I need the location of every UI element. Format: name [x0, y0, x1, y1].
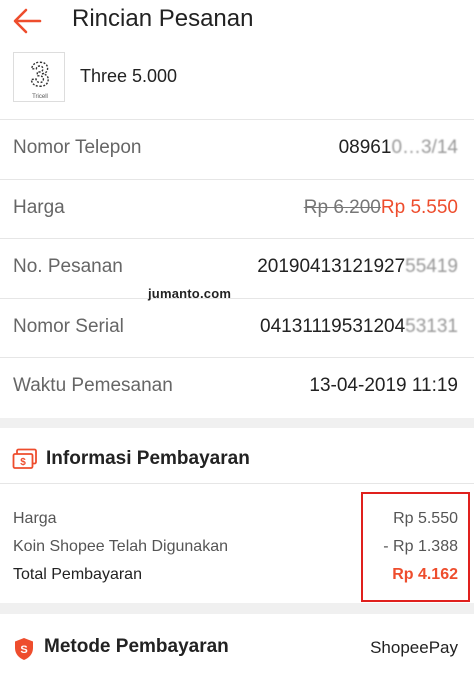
- detail-row-price: Harga Rp 6.200Rp 5.550: [0, 180, 474, 239]
- payment-method-section[interactable]: S Metode Pembayaran ShopeePay: [0, 614, 474, 684]
- payment-info-title: Informasi Pembayaran: [46, 448, 250, 469]
- serial-label: Nomor Serial: [13, 315, 124, 337]
- operator-logo: 3 Tricell: [13, 52, 65, 102]
- price-value: Rp 6.200Rp 5.550: [304, 197, 458, 219]
- serial-value[interactable]: 0413111953120453131: [260, 316, 458, 338]
- svg-text:$: $: [20, 457, 26, 468]
- order-time-value: 13-04-2019 11:19: [309, 375, 458, 396]
- pay-price-label: Harga: [13, 510, 57, 527]
- old-price: Rp 6.200: [303, 196, 381, 218]
- watermark: jumanto.com: [148, 286, 232, 301]
- detail-row-order-number: No. Pesanan 2019041312192755419: [0, 239, 474, 299]
- page-title: Rincian Pesanan: [72, 5, 254, 32]
- order-time-label: Waktu Pemesanan: [13, 375, 173, 396]
- shopee-shield-icon: S: [15, 638, 33, 660]
- phone-label: Nomor Telepon: [13, 137, 142, 158]
- detail-row-phone: Nomor Telepon 089610…3/14: [0, 120, 474, 180]
- svg-text:Tricell: Tricell: [32, 94, 48, 100]
- order-number-label: No. Pesanan: [13, 256, 123, 277]
- phone-value: 089610…3/14: [338, 137, 458, 158]
- payment-method-value: ShopeePay: [370, 638, 458, 657]
- highlight-box: [361, 492, 470, 602]
- payment-method-title: Metode Pembayaran: [44, 636, 229, 657]
- svg-text:S: S: [20, 644, 27, 656]
- arrow-left-icon[interactable]: [10, 6, 46, 36]
- payment-info-header: $ Informasi Pembayaran: [0, 428, 474, 484]
- total-label: Total Pembayaran: [13, 566, 142, 583]
- detail-row-serial: Nomor Serial 0413111953120453131: [0, 299, 474, 358]
- new-price: Rp 5.550: [380, 196, 458, 218]
- product-card: [0, 44, 474, 120]
- order-details: Nomor Telepon 089610…3/14 Harga Rp 6.200…: [0, 120, 474, 418]
- price-label: Harga: [13, 196, 65, 218]
- coins-label: Koin Shopee Telah Digunakan: [13, 538, 228, 555]
- payment-card-icon: $: [12, 448, 37, 469]
- svg-text:3: 3: [31, 56, 50, 94]
- order-number-value[interactable]: 2019041312192755419: [257, 256, 458, 278]
- product-name: Three 5.000: [80, 66, 178, 86]
- app-header: Rincian Pesanan: [0, 0, 474, 44]
- detail-row-order-time: Waktu Pemesanan 13-04-2019 11:19: [0, 358, 474, 418]
